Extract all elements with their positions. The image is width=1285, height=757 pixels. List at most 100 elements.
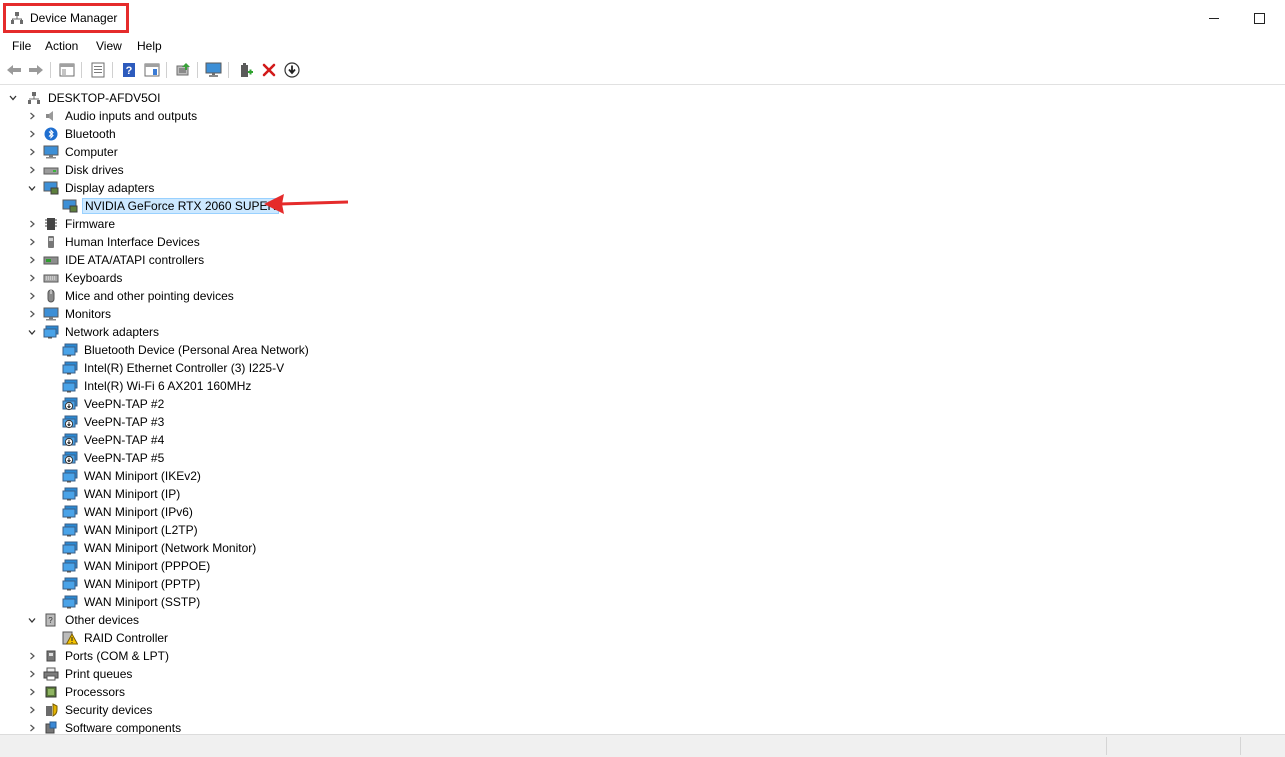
toolbar-separator xyxy=(228,62,229,78)
download-circle-icon xyxy=(284,62,300,78)
add-driver-icon xyxy=(241,63,253,77)
disable-device-button[interactable] xyxy=(283,61,301,79)
tree-category-monitors[interactable]: Monitors xyxy=(27,305,113,323)
tree-category-audio-inputs-and-outputs[interactable]: Audio inputs and outputs xyxy=(27,107,199,125)
chevron-right-icon[interactable] xyxy=(27,701,37,719)
tree-category-label: Computer xyxy=(65,145,118,159)
back-button[interactable] xyxy=(5,61,23,79)
menu-view[interactable]: View xyxy=(94,39,124,53)
tree-category-print-queues[interactable]: Print queues xyxy=(27,665,134,683)
tree-device-item[interactable]: NVIDIA GeForce RTX 2060 SUPER xyxy=(56,197,280,215)
tree-category-ports-com-lpt[interactable]: Ports (COM & LPT) xyxy=(27,647,171,665)
scan-monitor-icon xyxy=(205,62,222,77)
tree-category-processors[interactable]: Processors xyxy=(27,683,127,701)
chevron-right-icon[interactable] xyxy=(27,125,37,143)
tree-device-item[interactable]: WAN Miniport (IPv6) xyxy=(56,503,195,521)
help-button[interactable]: ? xyxy=(120,61,138,79)
tree-category-security-devices[interactable]: Security devices xyxy=(27,701,154,719)
tree-device-label: WAN Miniport (PPPOE) xyxy=(84,559,211,573)
chevron-right-icon[interactable] xyxy=(27,683,37,701)
tree-category-bluetooth[interactable]: Bluetooth xyxy=(27,125,118,143)
action-pane-button[interactable] xyxy=(143,61,161,79)
tree-category-label: IDE ATA/ATAPI controllers xyxy=(65,253,205,267)
tree-root[interactable]: DESKTOP-AFDV5OI xyxy=(8,89,162,107)
firmware-icon xyxy=(43,216,59,232)
tree-device-item[interactable]: WAN Miniport (L2TP) xyxy=(56,521,200,539)
tree-device-item[interactable]: VeePN-TAP #4 xyxy=(56,431,166,449)
chevron-down-icon[interactable] xyxy=(27,611,37,629)
minimize-button[interactable] xyxy=(1204,8,1224,28)
toolbar-separator xyxy=(112,62,113,78)
properties-button[interactable] xyxy=(89,61,107,79)
keyboard-icon xyxy=(43,270,59,286)
menu-help[interactable]: Help xyxy=(135,39,164,53)
tree-category-display-adapters[interactable]: Display adapters xyxy=(27,179,156,197)
tree-category-label: Other devices xyxy=(65,613,140,627)
tree-device-item[interactable]: Bluetooth Device (Personal Area Network) xyxy=(56,341,311,359)
tree-category-network-adapters[interactable]: Network adapters xyxy=(27,323,161,341)
tree-category-software-components[interactable]: Software components xyxy=(27,719,183,734)
chevron-right-icon[interactable] xyxy=(27,251,37,269)
tree-device-label: RAID Controller xyxy=(84,631,169,645)
tree-category-computer[interactable]: Computer xyxy=(27,143,120,161)
nic-icon xyxy=(62,594,78,610)
tree-device-item[interactable]: Intel(R) Wi-Fi 6 AX201 160MHz xyxy=(56,377,253,395)
tree-device-item[interactable]: VeePN-TAP #5 xyxy=(56,449,166,467)
chevron-down-icon[interactable] xyxy=(8,89,18,107)
maximize-button[interactable] xyxy=(1249,8,1269,28)
tree-category-ide-ata-atapi-controllers[interactable]: IDE ATA/ATAPI controllers xyxy=(27,251,206,269)
tree-device-item[interactable]: WAN Miniport (PPTP) xyxy=(56,575,202,593)
chevron-right-icon[interactable] xyxy=(27,233,37,251)
tree-device-item[interactable]: RAID Controller xyxy=(56,629,170,647)
speaker-icon xyxy=(43,108,59,124)
scan-hardware-button[interactable] xyxy=(205,61,223,79)
chevron-right-icon[interactable] xyxy=(27,719,37,734)
tree-category-label: Bluetooth xyxy=(65,127,116,141)
computer-icon xyxy=(43,144,59,160)
tree-category-disk-drives[interactable]: Disk drives xyxy=(27,161,126,179)
disk-drive-icon xyxy=(43,162,59,178)
chevron-right-icon[interactable] xyxy=(27,161,37,179)
chevron-down-icon[interactable] xyxy=(27,179,37,197)
uninstall-device-button[interactable] xyxy=(260,61,278,79)
chevron-right-icon[interactable] xyxy=(27,305,37,323)
printer-icon xyxy=(43,666,59,682)
tree-device-item[interactable]: WAN Miniport (IKEv2) xyxy=(56,467,203,485)
chevron-right-icon[interactable] xyxy=(27,107,37,125)
tree-category-mice-and-other-pointing-devices[interactable]: Mice and other pointing devices xyxy=(27,287,236,305)
port-icon xyxy=(43,648,59,664)
chevron-down-icon[interactable] xyxy=(27,323,37,341)
chevron-right-icon[interactable] xyxy=(27,269,37,287)
tree-device-item[interactable]: WAN Miniport (SSTP) xyxy=(56,593,202,611)
add-driver-button[interactable] xyxy=(237,61,255,79)
tree-device-item[interactable]: WAN Miniport (Network Monitor) xyxy=(56,539,258,557)
tree-category-human-interface-devices[interactable]: Human Interface Devices xyxy=(27,233,202,251)
tree-category-keyboards[interactable]: Keyboards xyxy=(27,269,124,287)
menu-action[interactable]: Action xyxy=(43,39,80,53)
forward-button[interactable] xyxy=(27,61,45,79)
mouse-icon xyxy=(43,288,59,304)
chevron-right-icon[interactable] xyxy=(27,143,37,161)
warning-device-icon xyxy=(62,630,78,646)
tree-category-other-devices[interactable]: ? Other devices xyxy=(27,611,141,629)
show-hide-console-tree-button[interactable] xyxy=(58,61,76,79)
toolbar-separator xyxy=(166,62,167,78)
update-driver-button[interactable] xyxy=(174,61,192,79)
chevron-right-icon[interactable] xyxy=(27,287,37,305)
tree-category-firmware[interactable]: Firmware xyxy=(27,215,117,233)
toolbar: ? xyxy=(0,56,1285,85)
chevron-right-icon[interactable] xyxy=(27,215,37,233)
tree-device-item[interactable]: WAN Miniport (PPPOE) xyxy=(56,557,212,575)
tree-device-item[interactable]: VeePN-TAP #3 xyxy=(56,413,166,431)
menu-file[interactable]: File xyxy=(10,39,33,53)
chevron-right-icon[interactable] xyxy=(27,665,37,683)
tree-device-item[interactable]: Intel(R) Ethernet Controller (3) I225-V xyxy=(56,359,286,377)
tree-device-item[interactable]: WAN Miniport (IP) xyxy=(56,485,182,503)
device-tree[interactable]: DESKTOP-AFDV5OI Audio inputs and outputs… xyxy=(0,89,1285,734)
chevron-right-icon[interactable] xyxy=(27,647,37,665)
back-arrow-icon xyxy=(7,65,21,75)
tree-device-item[interactable]: VeePN-TAP #2 xyxy=(56,395,166,413)
help-book-icon: ? xyxy=(123,63,135,77)
title-bar: Device Manager xyxy=(0,0,1285,36)
tree-device-label: VeePN-TAP #4 xyxy=(84,433,165,447)
